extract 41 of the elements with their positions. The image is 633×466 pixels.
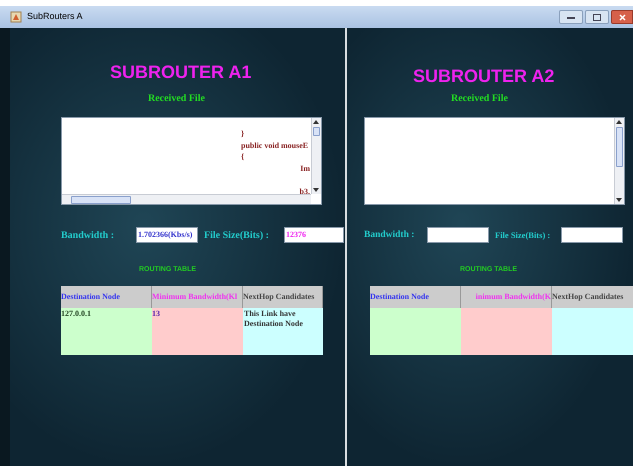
- section-label: Received File: [148, 92, 205, 106]
- bandwidth-field[interactable]: [427, 227, 489, 243]
- file-size-field[interactable]: [561, 227, 623, 243]
- column-header: inimum Bandwidth(K: [461, 286, 552, 308]
- maximize-button[interactable]: [585, 10, 609, 24]
- column-header: NextHop Candidates: [243, 286, 323, 308]
- scroll-arrow-icon[interactable]: [312, 186, 320, 194]
- code-line: b3.: [300, 186, 310, 194]
- code-line: public void mouseE: [241, 140, 308, 151]
- column-header: Destination Node: [61, 286, 152, 308]
- field-label: Bandwidth :: [364, 228, 416, 242]
- maximize-icon: [593, 14, 601, 20]
- column-header: Destination Node: [370, 286, 461, 308]
- scrollbar-thumb: [313, 127, 320, 136]
- scrollbar-thumb: [616, 127, 623, 166]
- column-header: NextHop Candidates: [552, 286, 633, 308]
- window-title: SubRouters A: [27, 10, 83, 24]
- minimize-button[interactable]: [559, 10, 583, 24]
- close-button[interactable]: [611, 10, 633, 24]
- table-cell: This Link have Destination Node: [243, 308, 323, 354]
- field-label: File Size(Bits) :: [495, 228, 552, 242]
- table-cell: 127.0.0.1: [61, 308, 152, 354]
- app-icon: [10, 11, 22, 23]
- minimize-icon: [567, 16, 575, 18]
- close-icon: [618, 14, 626, 20]
- field-label: File Size(Bits) :: [204, 228, 270, 242]
- scrollbar-thumb: [71, 196, 131, 204]
- scroll-arrow-icon[interactable]: [312, 118, 320, 126]
- column-header: Minimum Bandwidth(Kl: [152, 286, 243, 308]
- section-label: Received File: [451, 92, 508, 106]
- table-cell: 13: [152, 308, 243, 354]
- horizontal-scrollbar[interactable]: [62, 194, 311, 204]
- field-label: Bandwidth :: [61, 228, 116, 242]
- code-line: {: [241, 151, 244, 162]
- code-line: }: [241, 128, 244, 140]
- bandwidth-field[interactable]: 1.702366(Kbs/s): [136, 227, 198, 243]
- code-line: Im: [300, 162, 310, 174]
- scroll-arrow-icon[interactable]: [615, 118, 623, 126]
- scroll-arrow-icon[interactable]: [615, 196, 623, 204]
- panel-title: SUBROUTER A1: [110, 61, 252, 84]
- panel-title: SUBROUTER A2: [413, 65, 554, 88]
